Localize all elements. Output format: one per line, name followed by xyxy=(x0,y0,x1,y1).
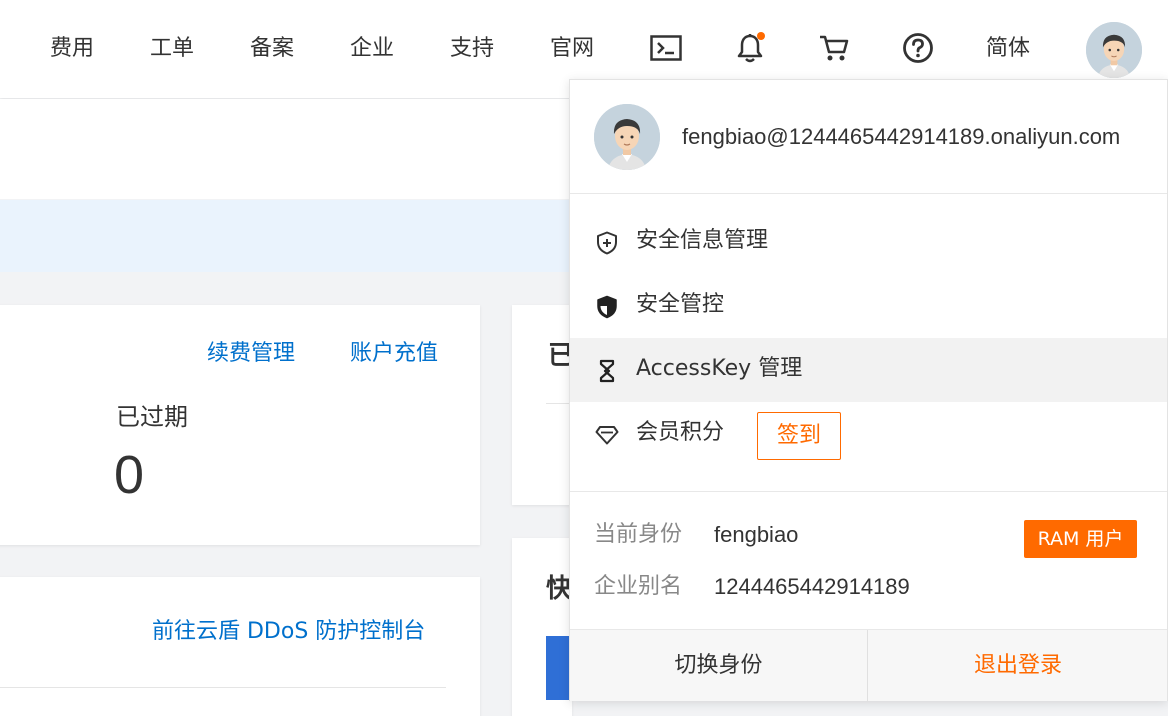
resource-card: 已 xyxy=(512,305,576,505)
nav-item-support[interactable]: 支持 xyxy=(450,34,494,64)
menu-item-label: AccessKey 管理 xyxy=(636,356,803,381)
user-profile-header: fengbiao@1244465442914189.onaliyun.com xyxy=(570,80,1167,194)
language-switch[interactable]: 简体 xyxy=(986,34,1030,64)
nav-item-enterprise[interactable]: 企业 xyxy=(350,34,394,64)
quick-access-card: 快 xyxy=(512,538,576,716)
current-identity-value: fengbiao xyxy=(714,522,799,547)
renewal-card: 续费管理 账户充值 已过期 0 xyxy=(0,305,480,545)
profile-avatar xyxy=(594,104,660,170)
terminal-icon[interactable] xyxy=(648,30,684,66)
menu-item-security-control[interactable]: 安全管控 xyxy=(570,274,1167,338)
menu-item-label: 安全信息管理 xyxy=(636,228,769,253)
user-avatar[interactable] xyxy=(1086,22,1142,78)
notification-dot xyxy=(757,32,765,40)
ddos-card: 前往云盾 DDoS 防护控制台 xyxy=(0,577,480,716)
console-root: 费用 工单 备案 企业 支持 官网 简体 续费管理 账户充值 已过期 0 已 前… xyxy=(0,0,1168,716)
menu-item-label: 会员积分 xyxy=(636,420,725,445)
menu-item-label: 安全管控 xyxy=(636,292,725,317)
nav-item-tickets[interactable]: 工单 xyxy=(150,34,194,64)
menu-item-accesskey[interactable]: AccessKey 管理 xyxy=(570,338,1167,402)
account-recharge-link[interactable]: 账户充值 xyxy=(350,339,438,369)
expired-label: 已过期 xyxy=(116,403,188,431)
accesskey-icon xyxy=(594,358,620,384)
nav-item-icp[interactable]: 备案 xyxy=(250,34,294,64)
ddos-console-link[interactable]: 前往云盾 DDoS 防护控制台 xyxy=(152,617,425,647)
ram-user-badge: RAM 用户 xyxy=(1024,520,1137,558)
menu-item-security-info[interactable]: 安全信息管理 xyxy=(570,210,1167,274)
diamond-icon xyxy=(594,422,620,448)
menu-item-member-points[interactable]: 会员积分 签到 xyxy=(570,402,1167,466)
shield-plus-icon xyxy=(594,230,620,256)
checkin-button[interactable]: 签到 xyxy=(757,412,841,460)
current-identity-label: 当前身份 xyxy=(594,522,683,547)
dropdown-footer: 切换身份 退出登录 xyxy=(570,629,1167,702)
enterprise-alias-value: 1244465442914189 xyxy=(714,574,910,599)
expired-count: 0 xyxy=(114,445,145,505)
ddos-card-divider xyxy=(0,687,446,688)
menu-divider xyxy=(570,491,1167,492)
nav-item-official-site[interactable]: 官网 xyxy=(550,34,594,64)
enterprise-alias-label: 企业别名 xyxy=(594,574,683,599)
user-dropdown-menu: fengbiao@1244465442914189.onaliyun.com 安… xyxy=(569,79,1168,702)
switch-identity-button[interactable]: 切换身份 xyxy=(570,630,868,702)
shield-filled-icon xyxy=(594,294,620,320)
nav-item-billing[interactable]: 费用 xyxy=(50,34,94,64)
bell-icon[interactable] xyxy=(732,30,768,66)
cart-icon[interactable] xyxy=(816,30,852,66)
help-icon[interactable] xyxy=(900,30,936,66)
logout-button[interactable]: 退出登录 xyxy=(869,630,1167,702)
renewal-management-link[interactable]: 续费管理 xyxy=(207,339,295,369)
user-email: fengbiao@1244465442914189.onaliyun.com xyxy=(682,124,1121,149)
